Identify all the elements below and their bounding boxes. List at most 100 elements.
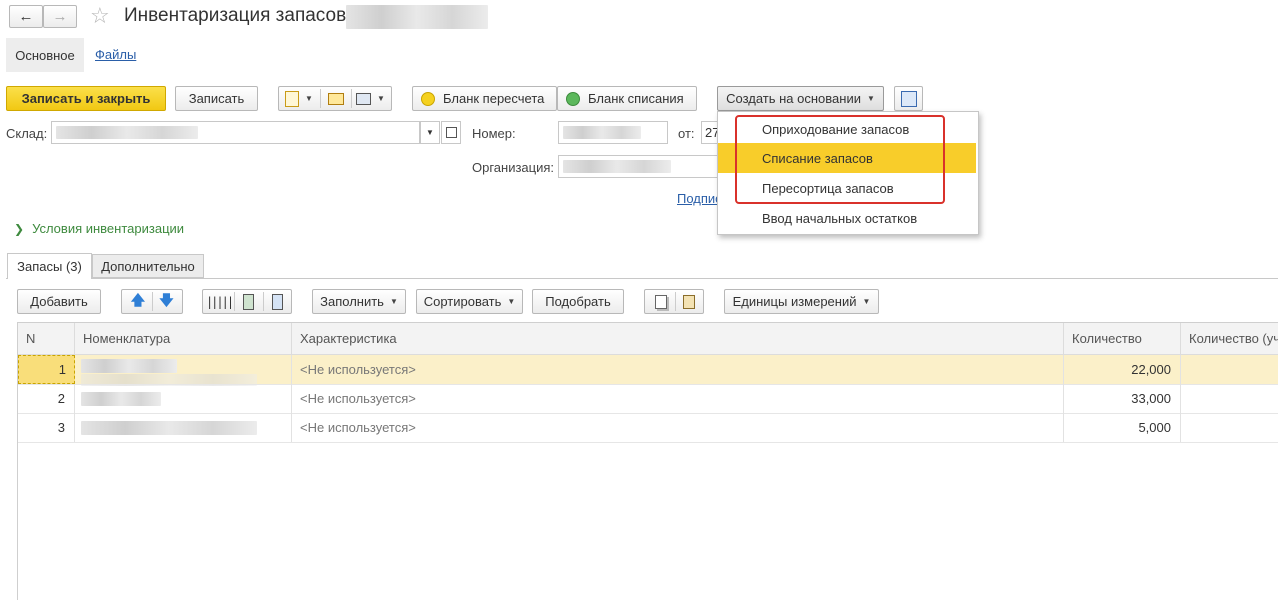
barcode-button[interactable]: ||||| xyxy=(205,292,234,311)
tab-files[interactable]: Файлы xyxy=(95,47,136,62)
chevron-down-icon: ▼ xyxy=(507,297,516,306)
characteristic-value: <Не используется> xyxy=(300,420,416,435)
warehouse-open-button[interactable] xyxy=(441,121,461,144)
save-button[interactable]: Записать xyxy=(175,86,258,111)
row-number: 2 xyxy=(57,391,65,406)
copy-icon xyxy=(654,294,667,309)
quantity-cell[interactable]: 33,000 xyxy=(1064,384,1181,413)
move-down-button[interactable]: 🡇 xyxy=(152,292,180,311)
structure-button[interactable] xyxy=(894,86,923,111)
chevron-down-icon: ▼ xyxy=(426,128,434,137)
date-from-label: от: xyxy=(678,126,695,141)
arrow-left-icon: ← xyxy=(18,8,34,25)
terminal-upload-icon xyxy=(271,293,283,310)
column-header-nomenclature[interactable]: Номенклатура xyxy=(75,323,292,355)
sort-label: Сортировать xyxy=(423,294,502,309)
inventory-conditions-toggle[interactable]: ❯ Условия инвентаризации xyxy=(14,221,184,236)
fill-button[interactable]: Заполнить ▼ xyxy=(312,289,406,314)
add-row-button[interactable]: Добавить xyxy=(17,289,101,314)
tab-stock[interactable]: Запасы (3) xyxy=(7,253,92,279)
quantity-value: 5,000 xyxy=(1138,420,1171,435)
quantity-value: 22,000 xyxy=(1131,362,1171,377)
quantity-cell[interactable]: 5,000 xyxy=(1064,413,1181,442)
structure-icon xyxy=(900,90,917,107)
row-number-cell[interactable]: 3 xyxy=(18,413,75,442)
create-document-menu-button[interactable]: ▼ xyxy=(281,89,317,108)
row-separator xyxy=(18,442,1278,443)
quantity-cell[interactable]: 22,000 xyxy=(1064,355,1181,384)
warehouse-label: Склад: xyxy=(6,126,48,141)
number-value-blurred xyxy=(563,126,641,139)
nomenclature-cell[interactable] xyxy=(75,384,292,413)
create-based-on-button[interactable]: Создать на основании ▼ xyxy=(717,86,884,111)
print-menu-button[interactable]: ▼ xyxy=(351,89,389,108)
move-up-button[interactable]: 🡅 xyxy=(124,292,152,311)
copy-rows-button[interactable] xyxy=(647,292,674,311)
nomenclature-blurred xyxy=(81,392,161,406)
menu-item-opening-balances[interactable]: Ввод начальных остатков xyxy=(718,203,978,233)
email-button[interactable] xyxy=(320,89,350,108)
chevron-down-icon: ▼ xyxy=(377,94,385,103)
sort-button[interactable]: Сортировать ▼ xyxy=(416,289,523,314)
pick-button[interactable]: Подобрать xyxy=(532,289,624,314)
nomenclature-blurred xyxy=(81,359,177,373)
page-title: Инвентаризация запасов xyxy=(124,5,347,26)
favorite-star-icon[interactable]: ☆ xyxy=(90,3,110,29)
chevron-down-icon: ▼ xyxy=(866,94,875,103)
yellow-circle-icon xyxy=(421,91,435,106)
number-field[interactable] xyxy=(558,121,668,144)
column-header-quantity-accounting[interactable]: Количество (уч xyxy=(1181,323,1278,355)
column-header-quantity[interactable]: Количество xyxy=(1064,323,1181,355)
characteristic-cell[interactable]: <Не используется> xyxy=(292,355,1064,384)
fill-label: Заполнить xyxy=(320,294,384,309)
nomenclature-cell[interactable] xyxy=(75,413,292,442)
characteristic-cell[interactable]: <Не используется> xyxy=(292,413,1064,442)
blank-writeoff-button[interactable]: Бланк списания xyxy=(557,86,697,111)
barcode-icon: ||||| xyxy=(205,294,234,309)
paste-rows-button[interactable] xyxy=(675,292,702,311)
organization-value-blurred xyxy=(563,160,671,173)
green-circle-icon xyxy=(566,91,580,106)
chevron-down-icon: ▼ xyxy=(389,297,398,306)
nomenclature-blurred xyxy=(81,421,257,435)
open-icon xyxy=(445,127,457,138)
row-number: 3 xyxy=(57,420,65,435)
organization-field[interactable] xyxy=(558,155,738,178)
envelope-icon xyxy=(327,92,344,105)
terminal-load-button[interactable] xyxy=(234,292,262,311)
tab-extra[interactable]: Дополнительно xyxy=(92,254,204,278)
terminal-upload-button[interactable] xyxy=(263,292,290,311)
characteristic-value: <Не используется> xyxy=(300,362,416,377)
warehouse-dropdown-button[interactable]: ▼ xyxy=(420,121,440,144)
chevron-down-icon: ▼ xyxy=(862,297,871,306)
units-button[interactable]: Единицы измерений ▼ xyxy=(724,289,879,314)
nomenclature-cell[interactable] xyxy=(75,355,292,386)
row-number-cell[interactable]: 1 xyxy=(18,355,75,384)
forward-button[interactable]: → xyxy=(43,5,77,28)
warehouse-field[interactable] xyxy=(51,121,420,144)
red-highlight-frame xyxy=(735,115,945,204)
tab-bar-line xyxy=(6,278,1278,279)
column-header-characteristic[interactable]: Характеристика xyxy=(292,323,1064,355)
characteristic-cell[interactable]: <Не используется> xyxy=(292,384,1064,413)
tab-main[interactable]: Основное xyxy=(6,38,84,72)
units-label: Единицы измерений xyxy=(732,294,857,309)
characteristic-value: <Не используется> xyxy=(300,391,416,406)
menu-item-label: Ввод начальных остатков xyxy=(762,210,918,226)
back-button[interactable]: ← xyxy=(9,5,43,28)
column-header-n[interactable]: N xyxy=(18,323,75,355)
signatures-link[interactable]: Подпис xyxy=(677,191,722,206)
blank-recount-button[interactable]: Бланк пересчета xyxy=(412,86,557,111)
save-and-close-button[interactable]: Записать и закрыть xyxy=(6,86,166,111)
arrow-down-icon: 🡇 xyxy=(159,291,174,308)
chevron-right-icon: ❯ xyxy=(14,221,25,236)
row-number-cell[interactable]: 2 xyxy=(18,384,75,413)
arrow-up-icon: 🡅 xyxy=(130,291,146,308)
number-label: Номер: xyxy=(472,126,516,141)
warehouse-value-blurred xyxy=(56,126,198,139)
paste-icon xyxy=(683,294,695,309)
title-suffix-blurred xyxy=(346,5,488,29)
chevron-down-icon: ▼ xyxy=(305,94,313,103)
row-number: 1 xyxy=(58,362,66,377)
quantity-value: 33,000 xyxy=(1131,391,1171,406)
